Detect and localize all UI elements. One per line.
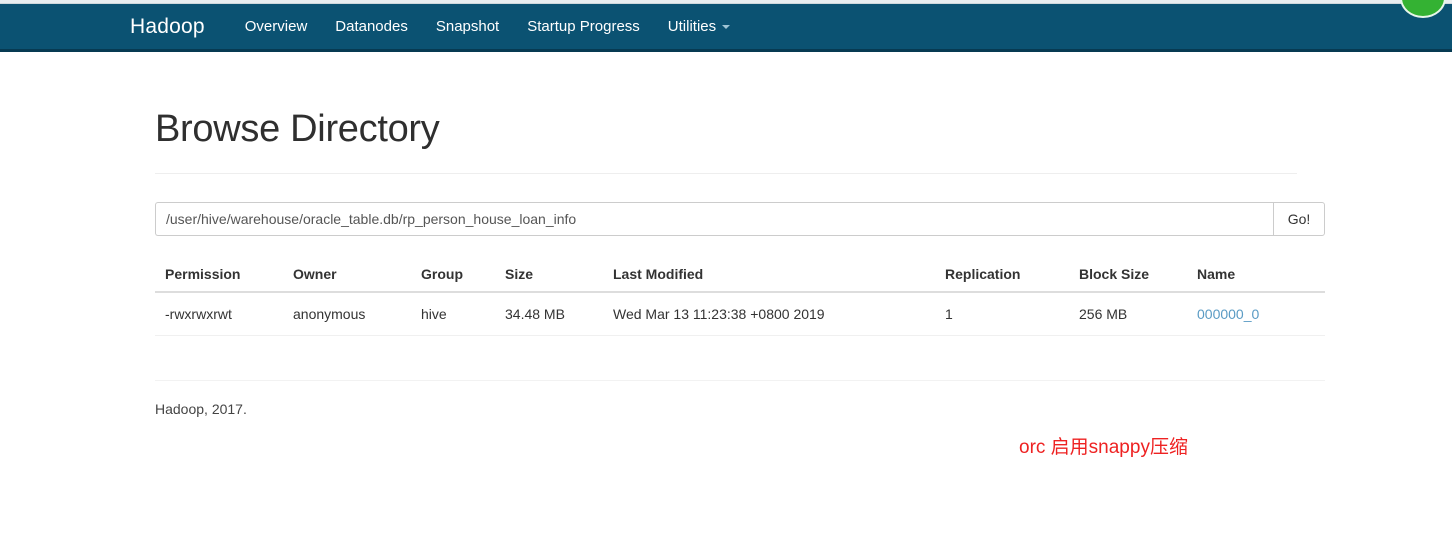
- column-header-permission[interactable]: Permission: [155, 258, 283, 293]
- column-header-name[interactable]: Name: [1187, 258, 1325, 293]
- nav-item-datanodes-label: Datanodes: [335, 18, 408, 35]
- file-table-head: Permission Owner Group Size Last Modifie…: [155, 258, 1325, 293]
- file-listing-table: Permission Owner Group Size Last Modifie…: [155, 258, 1325, 336]
- cell-size: 34.48 MB: [495, 292, 603, 336]
- chevron-down-icon: [722, 24, 731, 29]
- nav-item-overview[interactable]: Overview: [231, 13, 322, 40]
- nav-item-startup-progress[interactable]: Startup Progress: [513, 13, 654, 40]
- content-bottom-divider: [155, 380, 1325, 381]
- title-divider: [155, 173, 1297, 174]
- page-content: Browse Directory Go! Permission Owner Gr…: [0, 55, 1452, 417]
- brand-hadoop-link[interactable]: Hadoop: [130, 16, 205, 37]
- cell-permission: -rwxrwxrwt: [155, 292, 283, 336]
- column-header-owner[interactable]: Owner: [283, 258, 411, 293]
- column-header-size[interactable]: Size: [495, 258, 603, 293]
- nav-item-datanodes[interactable]: Datanodes: [321, 13, 422, 40]
- table-row: -rwxrwxrwt anonymous hive 34.48 MB Wed M…: [155, 292, 1325, 336]
- nav-item-utilities[interactable]: Utilities: [654, 13, 744, 40]
- cell-owner: anonymous: [283, 292, 411, 336]
- nav-item-snapshot[interactable]: Snapshot: [422, 13, 513, 40]
- cell-name: 000000_0: [1187, 292, 1325, 336]
- path-input-group: Go!: [155, 202, 1325, 236]
- nav-item-overview-label: Overview: [244, 18, 308, 35]
- path-input[interactable]: [155, 202, 1273, 236]
- column-header-block-size[interactable]: Block Size: [1069, 258, 1187, 293]
- nav-item-utilities-label: Utilities: [667, 18, 717, 35]
- go-button[interactable]: Go!: [1273, 202, 1325, 236]
- column-header-replication[interactable]: Replication: [935, 258, 1069, 293]
- table-header-row: Permission Owner Group Size Last Modifie…: [155, 258, 1325, 293]
- page-title: Browse Directory: [155, 108, 440, 150]
- nav-item-snapshot-label: Snapshot: [435, 18, 500, 35]
- cell-block-size: 256 MB: [1069, 292, 1187, 336]
- cell-group: hive: [411, 292, 495, 336]
- main-navbar: Hadoop Overview Datanodes Snapshot Start…: [0, 4, 1452, 52]
- nav-item-startup-progress-label: Startup Progress: [527, 18, 640, 35]
- file-table-body: -rwxrwxrwt anonymous hive 34.48 MB Wed M…: [155, 292, 1325, 336]
- cell-replication: 1: [935, 292, 1069, 336]
- content-container: Browse Directory Go! Permission Owner Gr…: [140, 107, 1325, 417]
- annotation-text: orc 启用snappy压缩: [1019, 437, 1188, 458]
- footer-text: Hadoop, 2017.: [155, 401, 247, 417]
- column-header-last-modified[interactable]: Last Modified: [603, 258, 935, 293]
- column-header-group[interactable]: Group: [411, 258, 495, 293]
- cell-last-modified: Wed Mar 13 11:23:38 +0800 2019: [603, 292, 935, 336]
- file-link-000000-0[interactable]: 000000_0: [1197, 306, 1259, 322]
